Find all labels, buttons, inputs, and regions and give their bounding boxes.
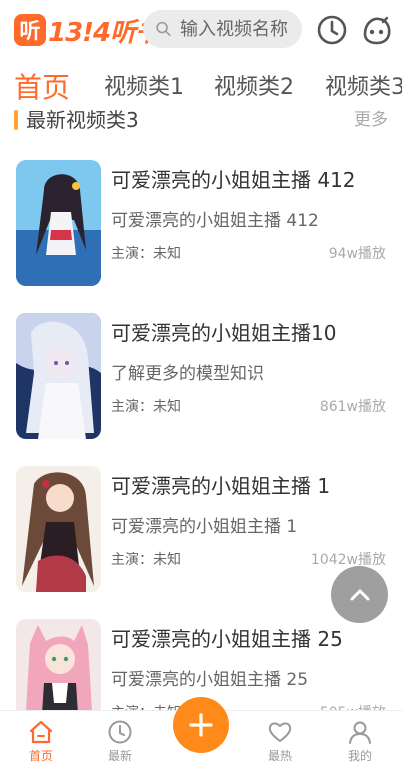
list-item[interactable]: 可爱漂亮的小姐姐主播10 了解更多的模型知识 主演：未知 861w播放 [0, 313, 402, 441]
top-bar: 听 13!4听书 [0, 0, 402, 60]
video-play-count: 94w播放 [328, 246, 386, 262]
video-cast: 主演：未知 [111, 399, 181, 415]
nav-label-latest: 最新 [107, 749, 132, 763]
more-link[interactable]: 更多 [354, 106, 388, 134]
search-box[interactable] [143, 10, 302, 48]
nav-mine[interactable]: 我的 [330, 719, 390, 764]
app-logo[interactable]: 听 13!4听书 [14, 12, 161, 48]
video-description: 可爱漂亮的小姐姐主播 1 [111, 517, 298, 537]
list-item[interactable]: 可爱漂亮的小姐姐主播 412 可爱漂亮的小姐姐主播 412 主演：未知 94w播… [0, 160, 402, 288]
video-description: 可爱漂亮的小姐姐主播 25 [111, 670, 309, 690]
video-thumbnail[interactable] [16, 313, 101, 439]
video-play-count: 1042w播放 [310, 552, 386, 568]
logo-badge: 听 [14, 14, 46, 46]
video-title[interactable]: 可爱漂亮的小姐姐主播10 [111, 317, 336, 346]
video-title[interactable]: 可爱漂亮的小姐姐主播 1 [111, 470, 330, 499]
nav-label-home: 首页 [28, 749, 53, 763]
nav-label-mine: 我的 [347, 749, 372, 763]
section-title: 最新视频类3 [26, 108, 139, 132]
tab-video-category-2[interactable]: 视频类2 [214, 66, 294, 110]
add-button[interactable] [173, 697, 229, 753]
user-icon [349, 721, 371, 744]
nav-latest[interactable]: 最新 [90, 719, 150, 764]
video-title[interactable]: 可爱漂亮的小姐姐主播 25 [111, 623, 343, 652]
video-description: 了解更多的模型知识 [111, 364, 264, 384]
chevron-up-icon [350, 589, 369, 600]
heart-icon [268, 722, 292, 742]
history-clock-icon[interactable] [316, 14, 348, 46]
thumbnail-image-icon [16, 160, 101, 286]
category-tabs: 首页 视频类1 视频类2 视频类3 [0, 66, 402, 110]
home-icon [29, 720, 53, 744]
profile-face-icon[interactable] [361, 14, 393, 46]
video-title[interactable]: 可爱漂亮的小姐姐主播 412 [111, 164, 356, 193]
nav-label-hot: 最热 [267, 749, 292, 763]
thumbnail-image-icon [16, 313, 101, 439]
search-icon [156, 21, 171, 37]
section-accent-bar [14, 110, 18, 130]
video-cast: 主演：未知 [111, 246, 181, 262]
thumbnail-image-icon [16, 466, 101, 592]
tab-video-category-1[interactable]: 视频类1 [104, 66, 184, 110]
section-header: 最新视频类3 更多 [14, 106, 388, 134]
video-thumbnail[interactable] [16, 160, 101, 286]
clock-icon [108, 720, 132, 744]
bottom-nav: 首页 最新 最热 我的 [0, 697, 402, 777]
back-to-top-button[interactable] [331, 566, 388, 623]
tab-home[interactable]: 首页 [14, 66, 70, 110]
video-play-count: 861w播放 [319, 399, 386, 415]
nav-hot[interactable]: 最热 [250, 719, 310, 764]
video-cast: 主演：未知 [111, 552, 181, 568]
plus-icon [189, 713, 213, 737]
tab-video-category-3[interactable]: 视频类3 [325, 66, 402, 110]
video-description: 可爱漂亮的小姐姐主播 412 [111, 211, 319, 231]
video-thumbnail[interactable] [16, 466, 101, 592]
nav-home[interactable]: 首页 [11, 719, 71, 764]
search-input[interactable] [178, 17, 302, 41]
